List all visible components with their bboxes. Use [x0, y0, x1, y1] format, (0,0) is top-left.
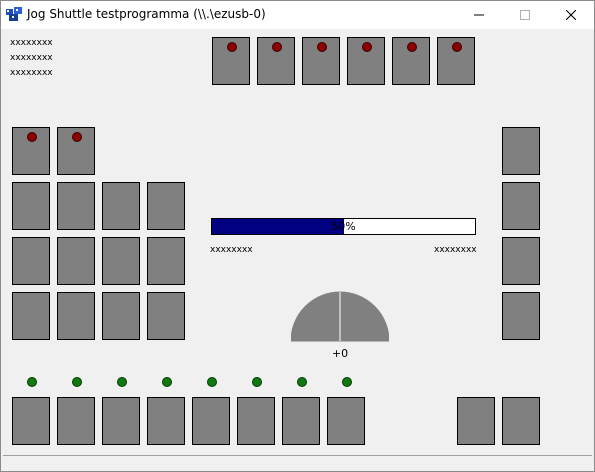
red-led-indicator [72, 132, 82, 142]
top-key-3[interactable] [302, 37, 340, 85]
red-led-indicator [362, 42, 372, 52]
left-key-r3c4[interactable] [147, 237, 185, 285]
bottom-key-6[interactable] [237, 397, 275, 445]
window-title: Jog Shuttle testprogramma (\\.\ezusb-0) [27, 7, 266, 21]
top-key-4[interactable] [347, 37, 385, 85]
green-led-indicator [27, 377, 37, 387]
left-key-r4c4[interactable] [147, 292, 185, 340]
close-button[interactable] [548, 1, 594, 29]
top-key-5[interactable] [392, 37, 430, 85]
top-key-1[interactable] [212, 37, 250, 85]
left-key-r4c3[interactable] [102, 292, 140, 340]
bottom-key-10[interactable] [502, 397, 540, 445]
client-area: xxxxxxxx xxxxxxxx xxxxxxxx 50% xxxxxxxx … [1, 29, 594, 471]
left-key-r3c2[interactable] [57, 237, 95, 285]
red-led-indicator [407, 42, 417, 52]
app-window: Jog Shuttle testprogramma (\\.\ezusb-0) … [0, 0, 595, 472]
red-led-indicator [27, 132, 37, 142]
jog-wheel-gauge [291, 291, 389, 342]
green-led-indicator [252, 377, 262, 387]
usb-device-app-icon [6, 7, 22, 21]
left-key-r3c3[interactable] [102, 237, 140, 285]
status-label-2: xxxxxxxx [10, 53, 53, 63]
red-led-indicator [317, 42, 327, 52]
maximize-button[interactable] [502, 1, 548, 29]
progress-label-right: xxxxxxxx [434, 245, 477, 255]
progress-label-left: xxxxxxxx [210, 245, 253, 255]
progress-percent-text: 50% [331, 220, 356, 233]
green-led-indicator [207, 377, 217, 387]
left-key-r1c2[interactable] [57, 127, 95, 175]
bottom-key-4[interactable] [147, 397, 185, 445]
bottom-key-2[interactable] [57, 397, 95, 445]
shuttle-progress-bar: 50% [211, 218, 476, 235]
left-key-r2c1[interactable] [12, 182, 50, 230]
top-key-2[interactable] [257, 37, 295, 85]
left-key-r2c2[interactable] [57, 182, 95, 230]
left-key-r4c1[interactable] [12, 292, 50, 340]
green-led-indicator [342, 377, 352, 387]
status-bar [3, 455, 592, 470]
left-key-r2c4[interactable] [147, 182, 185, 230]
bottom-key-8[interactable] [327, 397, 365, 445]
jog-value-text: +0 [331, 347, 349, 360]
close-icon [566, 10, 576, 20]
minimize-icon [474, 14, 484, 16]
bottom-key-3[interactable] [102, 397, 140, 445]
bottom-key-9[interactable] [457, 397, 495, 445]
minimize-button[interactable] [456, 1, 502, 29]
status-label-3: xxxxxxxx [10, 68, 53, 78]
bottom-key-7[interactable] [282, 397, 320, 445]
left-key-r1c1[interactable] [12, 127, 50, 175]
right-key-4[interactable] [502, 292, 540, 340]
bottom-key-5[interactable] [192, 397, 230, 445]
green-led-indicator [72, 377, 82, 387]
red-led-indicator [272, 42, 282, 52]
left-key-r4c2[interactable] [57, 292, 95, 340]
red-led-indicator [227, 42, 237, 52]
green-led-indicator [297, 377, 307, 387]
right-key-1[interactable] [502, 127, 540, 175]
right-key-2[interactable] [502, 182, 540, 230]
maximize-icon [520, 10, 530, 20]
green-led-indicator [117, 377, 127, 387]
red-led-indicator [452, 42, 462, 52]
top-key-6[interactable] [437, 37, 475, 85]
title-bar[interactable]: Jog Shuttle testprogramma (\\.\ezusb-0) [1, 1, 594, 29]
status-label-1: xxxxxxxx [10, 38, 53, 48]
green-led-indicator [162, 377, 172, 387]
bottom-key-1[interactable] [12, 397, 50, 445]
left-key-r3c1[interactable] [12, 237, 50, 285]
left-key-r2c3[interactable] [102, 182, 140, 230]
right-key-3[interactable] [502, 237, 540, 285]
